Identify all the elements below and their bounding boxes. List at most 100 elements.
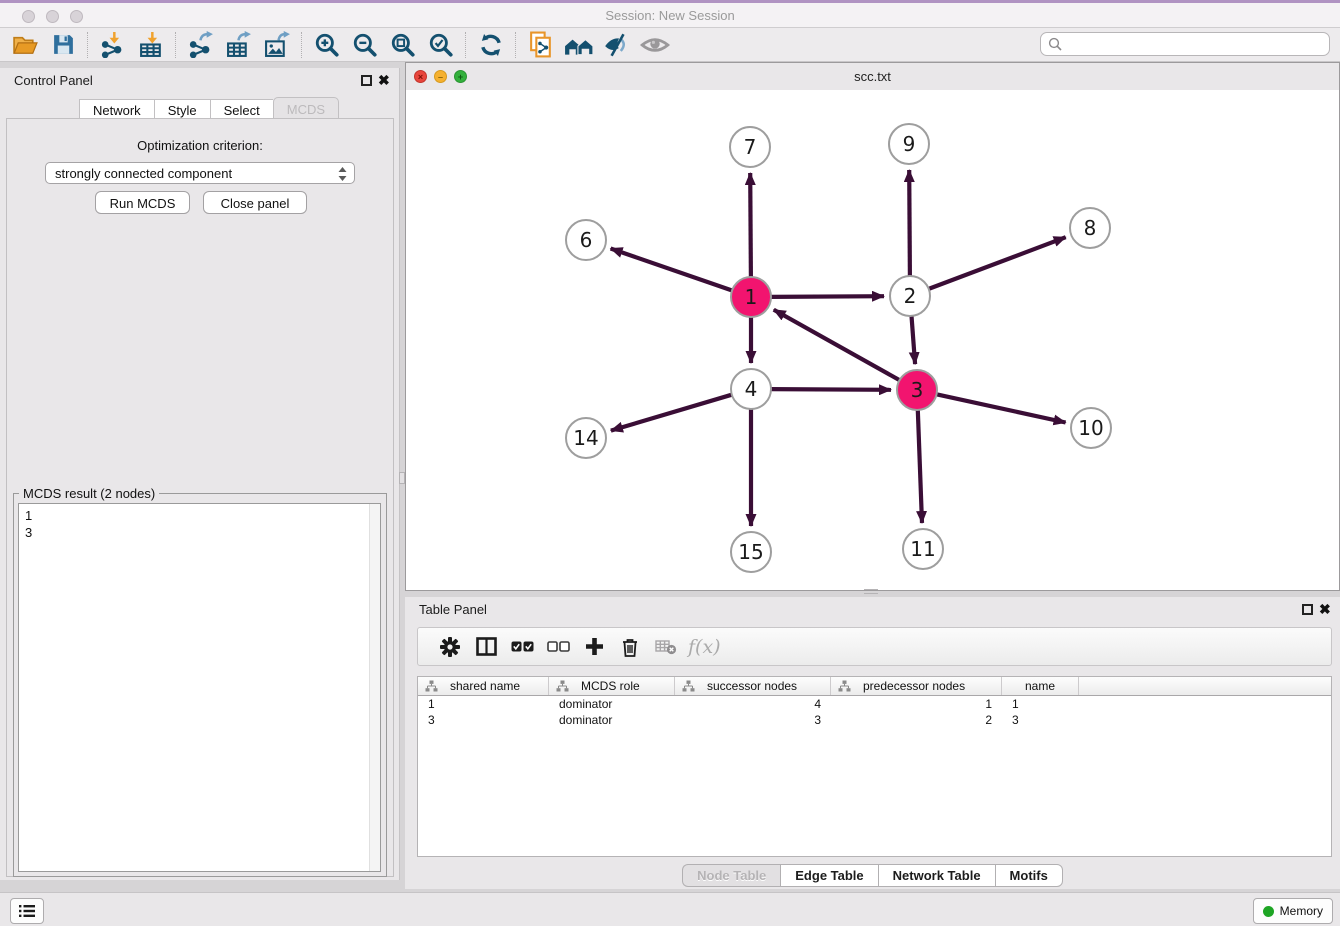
table-cell[interactable]: 1	[831, 697, 1002, 711]
column-header-mcds-role[interactable]: MCDS role	[549, 677, 675, 695]
network-overview-button[interactable]	[560, 30, 598, 60]
mcds-tab-content: Optimization criterion: strongly connect…	[6, 118, 394, 877]
graph-edge-1-6[interactable]	[611, 249, 733, 291]
column-header-shared-name[interactable]: shared name	[418, 677, 549, 695]
zoom-in-button[interactable]	[308, 30, 346, 60]
graph-edge-3-11[interactable]	[918, 410, 922, 523]
table-cell[interactable]: 3	[675, 713, 831, 727]
graph-node-14[interactable]: 14	[565, 417, 607, 459]
save-session-button[interactable]	[44, 30, 82, 60]
graph-edge-2-8[interactable]	[929, 237, 1066, 289]
table-cell[interactable]: 1	[418, 697, 549, 711]
columns-icon	[476, 637, 497, 656]
graph-node-3[interactable]: 3	[896, 369, 938, 411]
new-network-from-selection-button[interactable]	[522, 30, 560, 60]
graph-node-4[interactable]: 4	[730, 368, 772, 410]
graph-node-9[interactable]: 9	[888, 123, 930, 165]
show-column-panel-button[interactable]	[468, 631, 504, 663]
memory-label: Memory	[1280, 904, 1323, 918]
main-toolbar	[0, 28, 1340, 62]
control-panel-close-button[interactable]: ✖	[378, 73, 390, 87]
delete-table-button[interactable]	[648, 631, 684, 663]
graph-edge-3-1[interactable]	[774, 310, 900, 381]
table-cell[interactable]: 2	[831, 713, 1002, 727]
import-network-icon	[100, 31, 127, 58]
memory-status-icon	[1263, 906, 1274, 917]
export-image-button[interactable]	[258, 30, 296, 60]
criterion-dropdown[interactable]: strongly connected component	[45, 162, 355, 184]
tab-edge-table[interactable]: Edge Table	[780, 864, 877, 887]
create-column-button[interactable]	[576, 631, 612, 663]
tab-network-table[interactable]: Network Table	[878, 864, 995, 887]
table-panel-close-button[interactable]: ✖	[1319, 602, 1331, 616]
graph-node-15[interactable]: 15	[730, 531, 772, 573]
select-all-columns-button[interactable]	[504, 631, 540, 663]
search-input[interactable]	[1067, 36, 1321, 52]
app-titlebar: Session: New Session	[0, 0, 1340, 28]
search-box[interactable]	[1040, 32, 1330, 56]
import-network-button[interactable]	[94, 30, 132, 60]
table-cell[interactable]: dominator	[549, 713, 675, 727]
zoom-in-icon	[314, 32, 340, 58]
network-canvas[interactable]: 1 2 3 4 6 7 8 9 10 11 14 15	[406, 90, 1339, 590]
run-mcds-button[interactable]: Run MCDS	[95, 191, 190, 214]
export-network-button[interactable]	[182, 30, 220, 60]
table-cell[interactable]: 1	[1002, 697, 1079, 711]
import-table-icon	[138, 31, 165, 58]
table-toolbar: f(x)	[417, 627, 1332, 666]
table-settings-button[interactable]	[432, 631, 468, 663]
column-header-predecessor-nodes[interactable]: predecessor nodes	[831, 677, 1002, 695]
graph-node-10[interactable]: 10	[1070, 407, 1112, 449]
delete-column-button[interactable]	[612, 631, 648, 663]
table-panel-float-button[interactable]	[1302, 604, 1313, 615]
column-header-name[interactable]: name	[1002, 677, 1079, 695]
network-window-titlebar[interactable]: × – + scc.txt	[406, 63, 1339, 91]
graph-node-7[interactable]: 7	[729, 126, 771, 168]
apply-layout-button[interactable]	[472, 30, 510, 60]
table-cell[interactable]: 4	[675, 697, 831, 711]
graph-node-2[interactable]: 2	[889, 275, 931, 317]
graph-edge-4-14[interactable]	[611, 395, 732, 431]
mcds-result-textarea[interactable]: 1 3	[18, 503, 381, 872]
graph-node-1[interactable]: 1	[730, 276, 772, 318]
zoom-fit-button[interactable]	[384, 30, 422, 60]
graph-edge-1-2[interactable]	[771, 296, 884, 297]
table-row-0[interactable]: 1dominator411	[418, 696, 1331, 712]
zoom-out-button[interactable]	[346, 30, 384, 60]
graph-node-6[interactable]: 6	[565, 219, 607, 261]
duplicate-network-icon	[527, 31, 555, 59]
graph-node-11[interactable]: 11	[902, 528, 944, 570]
table-cell[interactable]: 3	[1002, 713, 1079, 727]
import-table-button[interactable]	[132, 30, 170, 60]
export-table-button[interactable]	[220, 30, 258, 60]
table-cell[interactable]: 3	[418, 713, 549, 727]
splitter-grip[interactable]	[864, 589, 878, 594]
graph-node-8[interactable]: 8	[1069, 207, 1111, 249]
node-table[interactable]: shared nameMCDS rolesuccessor nodesprede…	[417, 676, 1332, 857]
graphics-details-button[interactable]	[636, 30, 674, 60]
table-cell[interactable]: dominator	[549, 697, 675, 711]
tab-node-table[interactable]: Node Table	[682, 864, 780, 887]
memory-button[interactable]: Memory	[1253, 898, 1333, 924]
graph-edge-3-10[interactable]	[937, 394, 1066, 422]
zoom-selected-button[interactable]	[422, 30, 460, 60]
table-row-1[interactable]: 3dominator323	[418, 712, 1331, 728]
function-builder-button[interactable]: f(x)	[688, 636, 721, 658]
control-panel-float-button[interactable]	[361, 75, 372, 86]
checked-boxes-icon	[511, 641, 534, 652]
column-header-successor-nodes[interactable]: successor nodes	[675, 677, 831, 695]
hide-labels-button[interactable]	[598, 30, 636, 60]
unselect-all-columns-button[interactable]	[540, 631, 576, 663]
graph-edge-4-3[interactable]	[771, 389, 891, 390]
graph-edge-1-7[interactable]	[750, 173, 751, 277]
graph-edge-2-9[interactable]	[909, 170, 910, 276]
graph-edge-2-3[interactable]	[912, 316, 916, 364]
open-file-button[interactable]	[6, 30, 44, 60]
toolbar-separator	[175, 32, 177, 58]
vertical-splitter-grip[interactable]	[399, 472, 405, 484]
close-panel-button[interactable]: Close panel	[203, 191, 307, 214]
task-history-button[interactable]	[10, 898, 44, 924]
network-view-window: × – + scc.txt 1 2 3 4 6 7 8 9 10 11 14 15	[405, 62, 1340, 591]
tab-motifs[interactable]: Motifs	[995, 864, 1063, 887]
result-scrollbar[interactable]	[369, 504, 380, 871]
